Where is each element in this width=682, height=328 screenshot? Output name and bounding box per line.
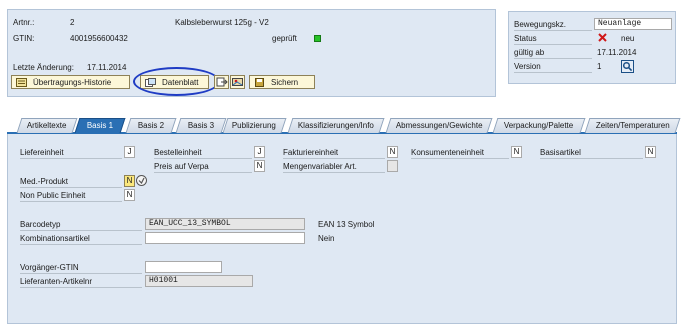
- bestelleinheit-label: Bestelleinheit: [154, 147, 252, 159]
- barcodetyp-field[interactable]: EAN_UCC_13_SYMBOL: [145, 218, 305, 230]
- save-icon: [254, 77, 265, 87]
- movement-code-field[interactable]: Neuanlage: [594, 18, 672, 30]
- tab-artikeltexte[interactable]: Artikeltexte: [16, 118, 78, 133]
- magnifier-icon: [622, 61, 633, 72]
- export-icon: [216, 77, 228, 87]
- last-change-value: 17.11.2014: [87, 63, 127, 72]
- non-public-field[interactable]: N: [124, 189, 135, 201]
- med-produkt-label: Med.-Produkt: [20, 176, 122, 188]
- tab-abmessungen[interactable]: Abmessungen/Gewichte: [385, 118, 493, 133]
- konsumenteneinheit-field[interactable]: N: [511, 146, 522, 158]
- kombinationsartikel-field[interactable]: [145, 232, 305, 244]
- checked-label: geprüft: [272, 34, 297, 43]
- history-icon: [16, 77, 27, 87]
- status-label: Status: [514, 33, 592, 45]
- konsumenteneinheit-label: Konsumenteneinheit: [411, 147, 509, 159]
- med-produkt-field[interactable]: N: [124, 175, 135, 187]
- status-value: neu: [621, 34, 635, 43]
- history-button-label: Übertragungs-Historie: [33, 77, 112, 87]
- kombinationsartikel-description: Nein: [318, 234, 335, 243]
- highlight-ellipse: [133, 67, 220, 96]
- barcodetyp-description: EAN 13 Symbol: [318, 220, 375, 229]
- tab-publizierung[interactable]: Publizierung: [222, 118, 287, 133]
- barcodetyp-label: Barcodetyp: [20, 219, 142, 231]
- version-value: 1: [597, 62, 602, 71]
- version-select-button[interactable]: [621, 60, 634, 73]
- mengenvariabel-field[interactable]: [387, 160, 398, 172]
- tab-verpackung[interactable]: Verpackung/Palette: [492, 118, 586, 133]
- non-public-label: Non Public Einheit: [20, 190, 122, 202]
- mengenvariabel-label: Mengenvariabler Art.: [283, 161, 385, 173]
- tab-basis-3[interactable]: Basis 3: [175, 118, 227, 133]
- gtin-value: 4001956600432: [70, 34, 128, 43]
- last-change-label: Letzte Änderung:: [13, 63, 74, 72]
- basisartikel-label: Basisartikel: [540, 147, 643, 159]
- bestelleinheit-field[interactable]: J: [254, 146, 265, 158]
- artnr-label: Artnr.:: [13, 18, 35, 27]
- checked-status-icon: [314, 35, 321, 42]
- history-button[interactable]: Übertragungs-Historie: [11, 75, 130, 89]
- fakturiereinheit-label: Fakturiereinheit: [283, 147, 385, 159]
- med-produkt-help-icon[interactable]: [136, 175, 147, 186]
- lieferanten-artikelnr-field[interactable]: H01001: [145, 275, 253, 287]
- preis-auf-verpa-field[interactable]: N: [254, 160, 265, 172]
- basisartikel-field[interactable]: N: [645, 146, 656, 158]
- version-label: Version: [514, 61, 592, 73]
- image-button[interactable]: [230, 75, 245, 89]
- liefereinheit-label: Liefereinheit: [20, 147, 122, 159]
- artnr-value: 2: [70, 18, 75, 27]
- movement-code-label: Bewegungskz.: [514, 19, 592, 31]
- product-name: Kalbsleberwurst 125g - V2: [175, 18, 269, 27]
- save-button[interactable]: Sichern: [249, 75, 315, 89]
- tab-zeiten[interactable]: Zeiten/Temperaturen: [584, 118, 681, 133]
- image-icon: [232, 78, 243, 86]
- save-button-label: Sichern: [271, 77, 299, 87]
- tab-basis-2[interactable]: Basis 2: [125, 118, 177, 133]
- vorgaenger-gtin-field[interactable]: [145, 261, 222, 273]
- lieferanten-artikelnr-label: Lieferanten-Artikelnr: [20, 276, 142, 288]
- preis-auf-verpa-label: Preis auf Verpa: [154, 161, 252, 173]
- liefereinheit-field[interactable]: J: [124, 146, 135, 158]
- gtin-label: GTIN:: [13, 34, 35, 43]
- kombinationsartikel-label: Kombinationsartikel: [20, 233, 142, 245]
- valid-from-value: 17.11.2014: [597, 48, 637, 57]
- tab-klassifizierungen[interactable]: Klassifizierungen/Info: [287, 118, 385, 133]
- vorgaenger-gtin-label: Vorgänger-GTIN: [20, 262, 142, 274]
- valid-from-label: gültig ab: [514, 47, 592, 59]
- fakturiereinheit-field[interactable]: N: [387, 146, 398, 158]
- status-cross-icon: [598, 33, 607, 42]
- export-button[interactable]: [214, 75, 229, 89]
- tab-basis-1[interactable]: Basis 1: [74, 118, 126, 133]
